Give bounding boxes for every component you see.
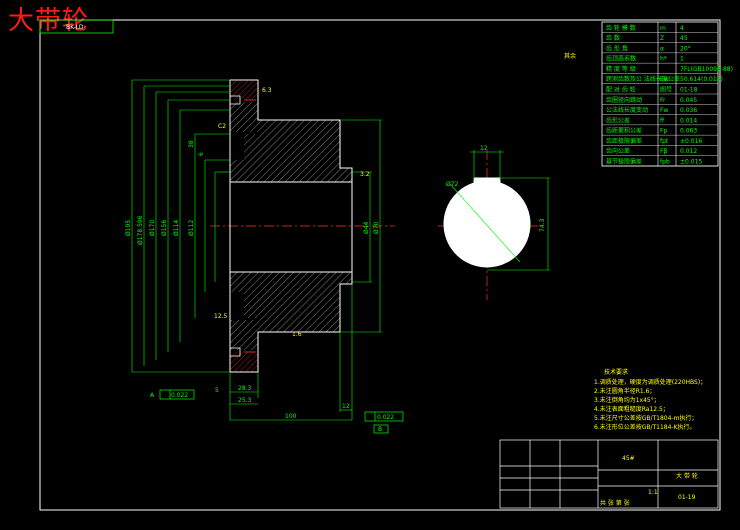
- note-line-4: 4.未注表面粗糙度Ra12.5；: [594, 405, 669, 413]
- param-cell-8-1: Fw: [660, 107, 668, 114]
- param-cell-7-2: 0.045: [680, 97, 697, 104]
- roughness-default: 其余: [564, 52, 576, 60]
- svg-text:A: A: [150, 392, 155, 399]
- param-cell-3-0: 齿顶高系数: [606, 55, 636, 63]
- dim-d7: Ø44: [363, 221, 370, 234]
- svg-text:0.022: 0.022: [171, 392, 188, 399]
- dim-d2: Ø178.596: [137, 215, 144, 245]
- key-height: 74.3: [539, 218, 546, 232]
- param-cell-7-1: Fr: [660, 97, 666, 104]
- dim-len-100: 100: [285, 413, 297, 420]
- param-cell-4-0: 精 度 等 级: [606, 65, 636, 73]
- param-cell-5-1: Ew: [660, 76, 669, 83]
- param-cell-9-0: 齿形公差: [606, 116, 630, 124]
- param-cell-3-2: 1: [680, 56, 684, 63]
- param-cell-0-1: m: [660, 25, 666, 32]
- dim-len-5: 5: [215, 387, 219, 394]
- param-cell-12-2: 0.012: [680, 148, 697, 155]
- rim-top: [230, 80, 258, 100]
- note-line-1: 1.调质处理，硬度为调质处理(220HBS)；: [594, 378, 706, 386]
- param-cell-2-2: 20°: [680, 45, 691, 52]
- dim-len-25: 25.3: [238, 397, 252, 404]
- cad-drawing: BK-LD Ø195 Ø178.596 Ø170 Ø156 Ø114 Ø112 …: [39, 19, 733, 511]
- dim-d3: Ø170: [149, 220, 156, 236]
- param-cell-3-1: h*: [660, 56, 667, 63]
- param-cell-0-2: 4: [680, 25, 684, 32]
- param-cell-13-1: fpb: [660, 159, 670, 166]
- param-cell-10-0: 齿距累积公差: [606, 127, 642, 135]
- code-box-text: BK-LD: [66, 24, 84, 31]
- param-cell-13-2: ±0.015: [680, 159, 702, 166]
- part-name: 大 带 轮: [676, 472, 698, 480]
- param-cell-1-2: 45: [680, 35, 688, 42]
- svg-text:12.5: 12.5: [214, 313, 228, 320]
- dim-d4: Ø156: [161, 220, 168, 236]
- param-cell-12-0: 齿向公差: [606, 147, 630, 155]
- dim-d8: Ø70: [373, 221, 380, 234]
- keyway-section: [443, 150, 550, 271]
- material: 45#: [622, 455, 635, 462]
- dim-d1: Ø195: [125, 220, 132, 236]
- param-cell-6-1: 图号: [660, 87, 672, 94]
- svg-text:3.2: 3.2: [360, 171, 370, 178]
- drawing-no: 01-19: [678, 494, 696, 501]
- param-cell-5-2: 50.614(0.018): [680, 76, 723, 83]
- dim-len-28: 28.3: [238, 385, 252, 392]
- svg-text:C2: C2: [218, 123, 226, 130]
- param-cell-5-0: 跨测齿数及公 法线长度公差: [606, 75, 680, 83]
- note-line-5: 5.未注尺寸公差按GB/T1804-m执行；: [594, 414, 697, 422]
- param-cell-1-1: Z: [660, 35, 664, 42]
- param-cell-11-2: ±0.016: [680, 138, 702, 145]
- svg-text:6.3: 6.3: [262, 87, 272, 94]
- param-cell-10-2: 0.063: [680, 128, 697, 135]
- scale: 1:1: [648, 489, 658, 496]
- param-cell-11-1: fpt: [660, 138, 669, 145]
- notes-heading: 技术要求: [604, 368, 628, 376]
- param-cell-9-2: 0.014: [680, 117, 697, 124]
- param-cell-6-0: 配 对 齿 轮: [606, 86, 636, 94]
- dim-d5: Ø114: [173, 220, 180, 236]
- param-cell-2-0: 齿 形 角: [606, 44, 628, 52]
- param-cell-11-0: 齿距极限偏差: [606, 137, 642, 145]
- sheet: 共 张 第 张: [600, 499, 630, 507]
- circle-dia: Ø72: [446, 181, 459, 188]
- dim-len-12: 12: [342, 403, 350, 410]
- note-line-6: 6.未注形位公差按GB/T1184-K执行。: [594, 423, 696, 431]
- param-cell-0-0: 齿 轮 模 数: [606, 24, 636, 32]
- param-cell-9-1: ff: [660, 117, 665, 124]
- note-line-2: 2.未注圆角半径R1.6；: [594, 387, 655, 395]
- param-cell-13-0: 基节极限偏差: [606, 158, 642, 166]
- technical-notes: 技术要求 1.调质处理，硬度为调质处理(220HBS)； 2.未注圆角半径R1.…: [594, 368, 706, 431]
- param-cell-12-1: Fβ: [660, 148, 667, 155]
- param-cell-8-0: 公法线长度变动: [606, 106, 648, 114]
- svg-text:B: B: [378, 426, 382, 433]
- key-width: 12: [480, 145, 488, 152]
- param-rows: 齿 轮 模 数 m 4 齿 数 Z 45 齿 形 角 α 20° 齿顶高系数 h* 1 精 度 等 级 7…: [602, 24, 733, 167]
- svg-text:0.022: 0.022: [377, 414, 394, 421]
- param-cell-7-0: 齿圈径向跳动: [606, 96, 642, 104]
- rim-bottom: [230, 352, 258, 372]
- param-cell-1-0: 齿 数: [606, 34, 620, 42]
- note-line-3: 3.未注倒角均为1x45°；: [594, 396, 660, 404]
- param-cell-6-2: 01-18: [680, 87, 698, 94]
- param-cell-4-2: 7FL(GB10095-88): [680, 66, 733, 73]
- tolerance-frame-b: 0.022 B: [364, 411, 404, 434]
- param-cell-8-2: 0.036: [680, 107, 697, 114]
- dim-38: 38: [188, 140, 195, 148]
- svg-text:1.6: 1.6: [292, 331, 302, 338]
- param-cell-10-1: Fp: [660, 128, 667, 135]
- tolerance-frame-a: 0.022 A: [150, 389, 195, 400]
- dim-6: 6: [198, 152, 205, 156]
- param-cell-2-1: α: [660, 45, 664, 52]
- dim-d6: Ø112: [188, 220, 195, 236]
